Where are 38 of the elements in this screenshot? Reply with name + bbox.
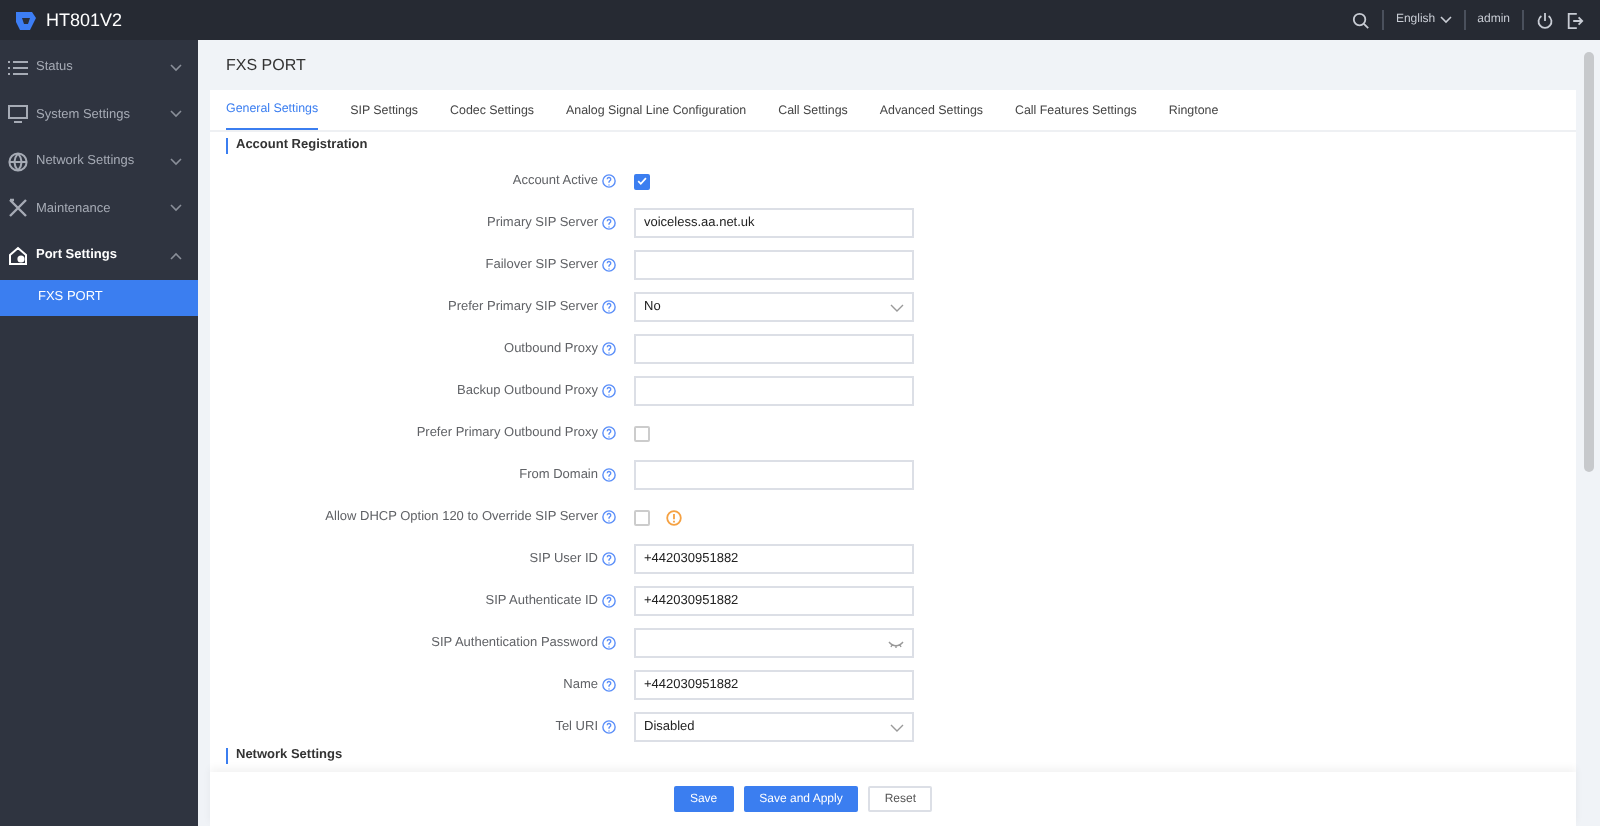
eye-closed-icon[interactable] — [888, 639, 904, 647]
monitor-icon — [8, 104, 28, 125]
input-field[interactable] — [634, 334, 914, 364]
password-field[interactable] — [634, 628, 914, 658]
help-icon[interactable] — [602, 384, 616, 398]
input-field[interactable] — [634, 460, 914, 490]
help-icon[interactable] — [602, 342, 616, 356]
logout-icon[interactable] — [1566, 11, 1584, 29]
search-icon[interactable] — [1351, 11, 1370, 29]
house-icon — [8, 245, 28, 266]
help-icon[interactable] — [602, 678, 616, 692]
help-icon[interactable] — [602, 552, 616, 566]
help-icon[interactable] — [602, 258, 616, 272]
help-icon[interactable] — [602, 174, 616, 188]
help-icon[interactable] — [602, 594, 616, 608]
help-icon[interactable] — [602, 216, 616, 230]
list-icon — [8, 57, 28, 78]
logo-icon — [14, 9, 38, 31]
page-title: FXS PORT — [224, 54, 308, 78]
input-field[interactable] — [634, 376, 914, 406]
help-icon[interactable] — [602, 426, 616, 440]
tools-icon — [8, 198, 28, 219]
help-icon[interactable] — [602, 636, 616, 650]
checkbox[interactable] — [634, 173, 650, 189]
caret-icon — [890, 303, 904, 311]
power-icon[interactable] — [1536, 11, 1554, 29]
help-icon[interactable] — [602, 720, 616, 734]
caret-icon — [1439, 16, 1452, 24]
globe-icon — [8, 151, 28, 172]
help-icon[interactable] — [602, 300, 616, 314]
scrollbar[interactable] — [1584, 40, 1600, 826]
caret-icon — [890, 723, 904, 731]
product-name: HT801V2 — [46, 10, 123, 30]
help-icon[interactable] — [602, 468, 616, 482]
input-field[interactable] — [634, 250, 914, 280]
checkbox[interactable] — [634, 509, 650, 525]
help-icon[interactable] — [602, 510, 616, 524]
checkbox[interactable] — [634, 425, 650, 441]
